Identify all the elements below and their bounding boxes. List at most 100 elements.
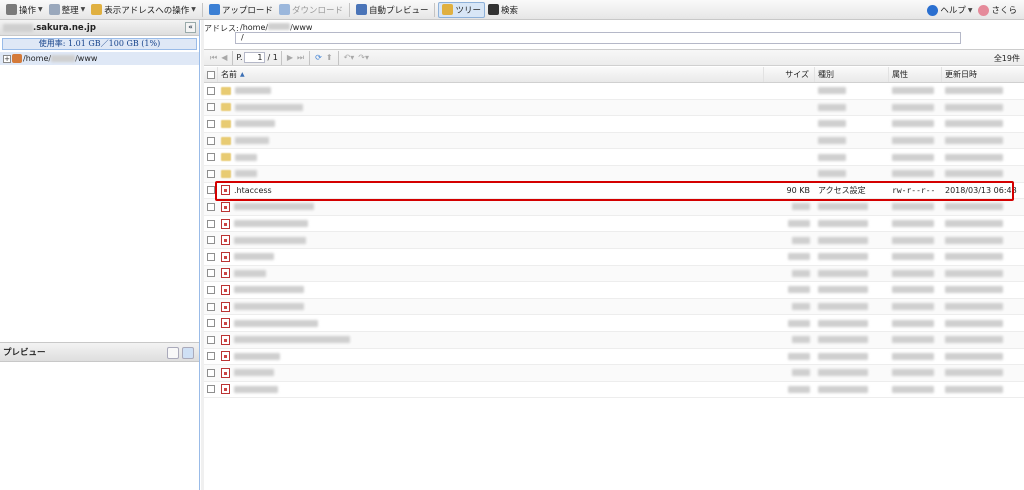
- toolbar-separator: [434, 2, 436, 17]
- table-row[interactable]: [204, 382, 1024, 399]
- redacted-value: [892, 236, 934, 244]
- row-kind: [815, 232, 889, 248]
- row-checkbox[interactable]: [204, 216, 218, 232]
- up-folder-icon[interactable]: ⬆: [326, 53, 333, 62]
- table-row[interactable]: [204, 232, 1024, 249]
- column-kind[interactable]: 種別: [815, 67, 889, 82]
- row-checkbox[interactable]: [204, 199, 218, 215]
- row-checkbox[interactable]: [204, 382, 218, 398]
- row-name: [218, 199, 764, 215]
- checkbox: [207, 202, 215, 211]
- toolbar-download-button[interactable]: ダウンロード: [276, 2, 346, 18]
- row-attr: [889, 100, 942, 116]
- redacted-value: [234, 303, 304, 311]
- row-checkbox[interactable]: [204, 365, 218, 381]
- user-menu[interactable]: さくら: [975, 2, 1020, 18]
- row-checkbox[interactable]: [204, 83, 218, 99]
- table-row[interactable]: [204, 165, 1024, 183]
- redacted-value: [945, 253, 1003, 261]
- row-checkbox[interactable]: [204, 282, 218, 298]
- checkbox: [206, 70, 215, 79]
- collapse-left-button[interactable]: «: [185, 22, 196, 33]
- row-checkbox[interactable]: [204, 266, 218, 282]
- column-attr[interactable]: 属性: [889, 67, 942, 82]
- row-checkbox[interactable]: [204, 100, 218, 116]
- row-checkbox[interactable]: [204, 299, 218, 315]
- prev-page-icon[interactable]: ◀: [221, 53, 227, 62]
- row-checkbox[interactable]: [204, 149, 218, 165]
- main-panel: アドレス: /home/ /www / ⏮ ◀ P. 1 / 1 ▶ ⏭ ⟳ ⬆ …: [204, 20, 1024, 490]
- row-kind: [815, 100, 889, 116]
- toolbar-separator: [201, 2, 203, 17]
- table-row[interactable]: [204, 132, 1024, 150]
- row-checkbox[interactable]: [204, 166, 218, 182]
- toolbar-folder-action-button[interactable]: 表示アドレスへの操作 ▼: [88, 2, 199, 18]
- undo-icon[interactable]: ↶▾: [344, 53, 355, 62]
- table-row[interactable]: [204, 282, 1024, 299]
- htaccess-row[interactable]: .htaccess 90 KB アクセス設定 rw-r--r-- 2018/03/13 …: [204, 183, 1024, 200]
- table-row[interactable]: [204, 149, 1024, 166]
- table-row[interactable]: [204, 83, 1024, 100]
- next-page-icon[interactable]: ▶: [287, 53, 293, 62]
- help-menu[interactable]: ヘルプ ▼: [924, 2, 975, 18]
- redo-icon[interactable]: ↷▾: [358, 53, 369, 62]
- table-row[interactable]: [204, 99, 1024, 117]
- redacted-value: [792, 269, 810, 277]
- file-icon: [221, 384, 230, 395]
- row-kind: [815, 266, 889, 282]
- edit-icon[interactable]: [167, 347, 179, 359]
- table-row[interactable]: [204, 116, 1024, 133]
- row-checkbox[interactable]: [204, 332, 218, 348]
- row-checkbox[interactable]: [204, 116, 218, 132]
- table-row[interactable]: [204, 249, 1024, 266]
- table-row[interactable]: [204, 331, 1024, 349]
- redacted-value: [235, 137, 269, 145]
- toolbar-organize-button[interactable]: 整理 ▼: [46, 2, 89, 18]
- row-size: [764, 133, 815, 149]
- first-page-icon[interactable]: ⏮: [210, 53, 217, 63]
- row-checkbox[interactable]: [204, 133, 218, 149]
- toolbar-gear-button[interactable]: 操作 ▼: [3, 2, 46, 18]
- last-page-icon[interactable]: ⏭: [297, 53, 304, 63]
- toolbar-monitor-button[interactable]: 自動プレビュー: [353, 2, 432, 18]
- row-kind: [815, 349, 889, 365]
- refresh-icon[interactable]: ⟳: [315, 53, 322, 62]
- row-checkbox[interactable]: [204, 183, 218, 199]
- toolbar-upload-button[interactable]: アップロード: [206, 2, 276, 18]
- table-row[interactable]: [204, 199, 1024, 216]
- row-checkbox[interactable]: [204, 315, 218, 331]
- toolbar-tree-button[interactable]: ツリー: [438, 1, 485, 18]
- row-checkbox[interactable]: [204, 232, 218, 248]
- download-preview-icon[interactable]: [182, 347, 194, 359]
- select-all-checkbox[interactable]: [204, 67, 218, 82]
- address-path-prefix: /home/: [240, 23, 269, 32]
- column-size[interactable]: サイズ: [764, 67, 815, 82]
- redacted-value: [792, 303, 810, 311]
- row-date: [942, 332, 1024, 348]
- table-row[interactable]: [204, 365, 1024, 382]
- table-row[interactable]: [204, 298, 1024, 316]
- expand-icon[interactable]: +: [3, 54, 11, 63]
- row-checkbox[interactable]: [204, 249, 218, 265]
- table-row[interactable]: [204, 265, 1024, 283]
- table-row[interactable]: [204, 216, 1024, 233]
- row-kind: [815, 199, 889, 215]
- page-input[interactable]: 1: [244, 52, 266, 63]
- redacted-value: [945, 236, 1003, 244]
- row-name: [218, 133, 764, 149]
- redacted-value: [234, 319, 318, 327]
- row-attr: [889, 282, 942, 298]
- toolbar-right: ヘルプ ▼ さくら: [924, 2, 1020, 18]
- table-row[interactable]: [204, 349, 1024, 366]
- file-manager-window: 操作 ▼ 整理 ▼ 表示アドレスへの操作 ▼ アップロード ダウンロード 自動プレビュー ツリー検…: [0, 0, 1024, 490]
- table-row[interactable]: [204, 315, 1024, 332]
- row-size: [764, 116, 815, 132]
- tree-root-node[interactable]: + /home/ /www: [0, 52, 199, 65]
- row-date: [942, 166, 1024, 182]
- row-checkbox[interactable]: [204, 349, 218, 365]
- address-input[interactable]: /: [235, 32, 961, 44]
- redacted-value: [945, 103, 1003, 111]
- column-name[interactable]: 名前 ▲: [218, 67, 764, 82]
- toolbar-binoculars-button[interactable]: 検索: [485, 2, 521, 18]
- column-date[interactable]: 更新日時: [942, 67, 1024, 82]
